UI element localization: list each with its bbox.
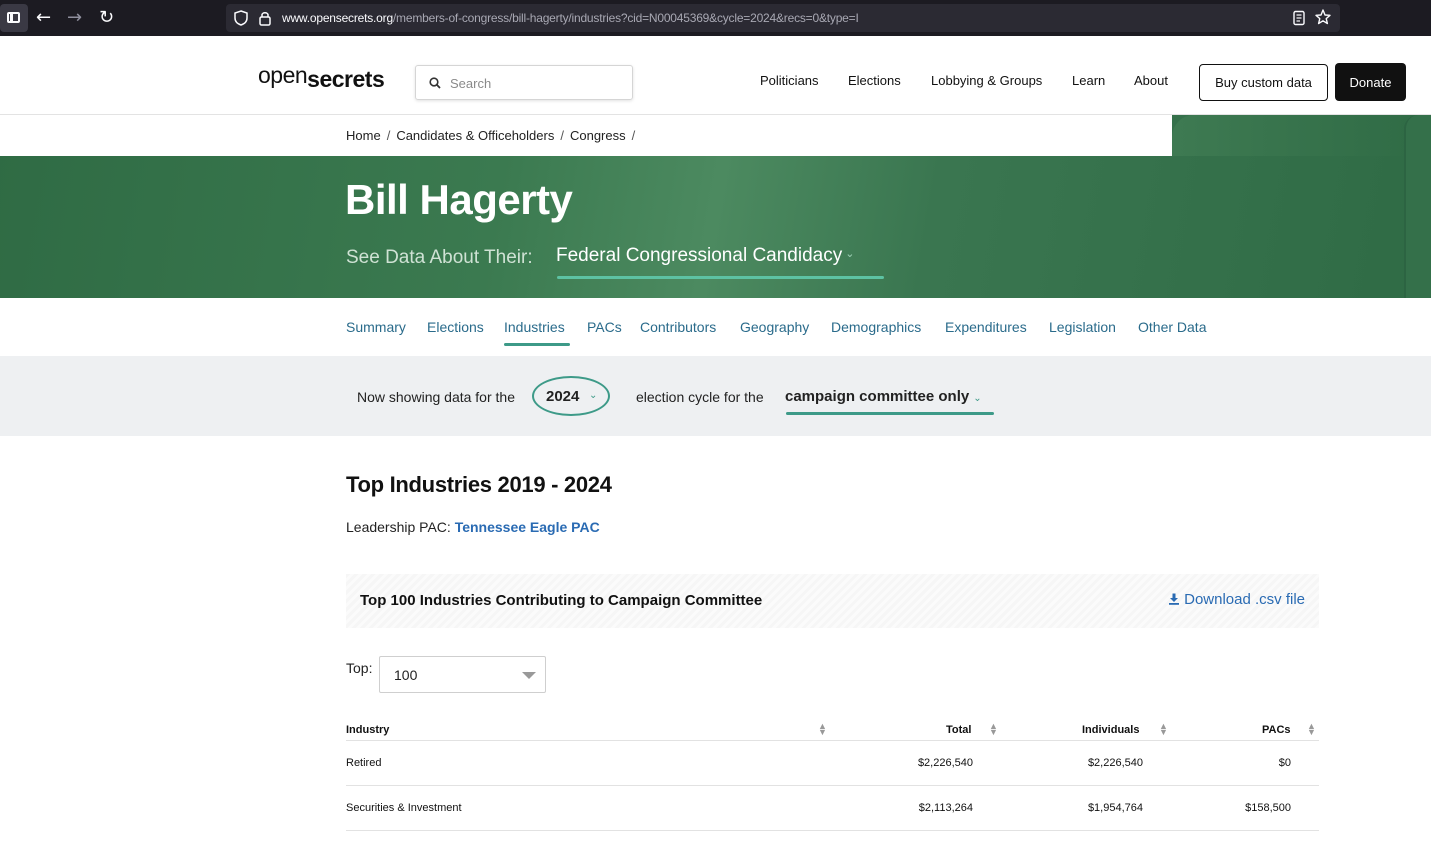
page-title: Bill Hagerty — [345, 176, 573, 223]
url-bar[interactable]: www.opensecrets.org/members-of-congress/… — [226, 4, 1340, 32]
section-tabs: Summary Elections Industries PACs Contri… — [0, 298, 1431, 356]
tab-other-data[interactable]: Other Data — [1138, 319, 1206, 335]
breadcrumb-home[interactable]: Home — [346, 128, 381, 143]
data-view-value: Federal Congressional Candidacy — [556, 245, 843, 266]
table-cell-total: $2,226,540 — [917, 757, 973, 769]
cycle-prefix-text: Now showing data for the — [357, 389, 515, 405]
reload-icon[interactable]: ↻ — [99, 6, 114, 30]
table-cell-individuals: $2,226,540 — [1087, 757, 1143, 769]
sort-icon[interactable]: ▲ ▼ — [989, 722, 998, 737]
tab-contributors[interactable]: Contributors — [640, 319, 716, 335]
hero-decoration-edge — [1404, 115, 1431, 298]
browser-toolbar: ← → ↻ www.opensecrets.org/members-of-con… — [0, 0, 1431, 36]
nav-learn[interactable]: Learn — [1072, 73, 1105, 88]
tab-industries[interactable]: Industries — [504, 319, 565, 335]
leadership-pac-label: Leadership PAC: — [346, 519, 451, 535]
site-header: opensecrets Politicians Elections Lobbyi… — [0, 36, 1431, 115]
table-header-divider — [346, 740, 1319, 741]
column-header-industry[interactable]: Industry — [346, 724, 389, 736]
tab-expenditures[interactable]: Expenditures — [945, 319, 1027, 335]
tab-pacs[interactable]: PACs — [587, 319, 622, 335]
top-count-value: 100 — [394, 667, 418, 683]
breadcrumb-separator: / — [631, 128, 636, 143]
nav-elections[interactable]: Elections — [848, 73, 901, 88]
table-cell-industry: Securities & Investment — [346, 802, 462, 814]
tab-geography[interactable]: Geography — [740, 319, 809, 335]
tab-demographics[interactable]: Demographics — [831, 319, 921, 335]
dropdown-caret-icon — [522, 672, 536, 679]
active-tab-indicator — [504, 343, 570, 346]
committee-dropdown[interactable]: campaign committee only ⌄ — [785, 388, 982, 405]
download-icon — [1169, 593, 1180, 605]
breadcrumb-row: Home / Candidates & Officeholders / Congress… — [0, 115, 1172, 156]
buy-custom-data-button[interactable]: Buy custom data — [1199, 64, 1328, 101]
bookmark-star-icon[interactable] — [1314, 8, 1332, 26]
table-cell-individuals: $1,954,764 — [1087, 802, 1143, 814]
table-title: Top 100 Industries Contributing to Campa… — [360, 592, 763, 609]
breadcrumb-candidates[interactable]: Candidates & Officeholders — [396, 128, 554, 143]
data-view-dropdown[interactable]: Federal Congressional Candidacy ⌄ — [556, 245, 854, 267]
logo-secrets: secrets — [307, 66, 385, 92]
sort-icon[interactable]: ▲ ▼ — [1159, 722, 1168, 737]
sidebar-toggle-icon[interactable] — [0, 4, 28, 32]
donate-button[interactable]: Donate — [1335, 63, 1406, 101]
breadcrumb: Home / Candidates & Officeholders / Congress… — [346, 128, 641, 143]
nav-about[interactable]: About — [1134, 73, 1168, 88]
search-icon — [429, 77, 441, 89]
tab-elections[interactable]: Elections — [427, 319, 484, 335]
hero-decoration — [1172, 115, 1431, 156]
breadcrumb-separator: / — [386, 128, 391, 143]
download-csv-label: Download .csv file — [1184, 591, 1305, 608]
lock-icon[interactable] — [258, 10, 272, 26]
opensecrets-logo[interactable]: opensecrets — [258, 62, 385, 93]
nav-politicians[interactable]: Politicians — [760, 73, 819, 88]
table-cell-pacs: $158,500 — [1245, 802, 1291, 814]
cycle-year-dropdown[interactable]: 2024 ⌄ — [532, 376, 610, 416]
table-row-divider — [346, 785, 1319, 786]
table-header-box: Top 100 Industries Contributing to Campa… — [346, 574, 1319, 628]
nav-lobbying-groups[interactable]: Lobbying & Groups — [931, 73, 1042, 88]
table-cell-pacs: $0 — [1278, 757, 1291, 769]
column-header-total[interactable]: Total — [946, 724, 971, 736]
see-data-label: See Data About Their: — [346, 247, 533, 268]
committee-underline — [786, 412, 994, 415]
chevron-down-icon: ⌄ — [589, 390, 598, 401]
shield-icon[interactable] — [234, 10, 248, 26]
url-path: /members-of-congress/bill-hagerty/indust… — [392, 11, 859, 25]
table-cell-industry: Retired — [346, 757, 382, 769]
breadcrumb-congress[interactable]: Congress — [570, 128, 626, 143]
chevron-down-icon: ⌄ — [973, 393, 982, 404]
committee-value: campaign committee only — [785, 388, 970, 405]
url-text[interactable]: www.opensecrets.org/members-of-congress/… — [282, 11, 859, 25]
reader-view-icon[interactable] — [1292, 10, 1306, 26]
column-header-individuals[interactable]: Individuals — [1082, 724, 1139, 736]
dropdown-underline — [557, 276, 884, 279]
forward-arrow-icon[interactable]: → — [67, 6, 82, 30]
table-cell-total: $2,113,264 — [918, 802, 973, 814]
tab-summary[interactable]: Summary — [346, 319, 406, 335]
top-count-select[interactable]: 100 — [379, 656, 546, 693]
back-arrow-icon[interactable]: ← — [36, 6, 51, 30]
section-title: Top Industries 2019 - 2024 — [346, 472, 612, 497]
table-row-divider — [346, 830, 1319, 831]
search-input[interactable] — [450, 73, 625, 93]
search-box[interactable] — [415, 65, 633, 100]
column-header-pacs[interactable]: PACs — [1262, 724, 1291, 736]
tab-legislation[interactable]: Legislation — [1049, 319, 1116, 335]
chevron-down-icon: ⌄ — [845, 248, 855, 260]
sort-icon[interactable]: ▲ ▼ — [1307, 722, 1316, 737]
sort-icon[interactable]: ▲ ▼ — [818, 722, 827, 737]
leadership-pac-line: Leadership PAC: Tennessee Eagle PAC — [346, 519, 600, 535]
download-csv-link[interactable]: Download .csv file — [1168, 591, 1305, 608]
breadcrumb-separator: / — [560, 128, 564, 143]
cycle-year-value: 2024 — [546, 388, 580, 405]
logo-open: open — [258, 62, 308, 88]
leadership-pac-link[interactable]: Tennessee Eagle PAC — [455, 519, 600, 535]
top-label: Top: — [346, 660, 373, 676]
url-domain: www.opensecrets.org — [282, 11, 393, 25]
cycle-middle-text: election cycle for the — [636, 389, 764, 405]
